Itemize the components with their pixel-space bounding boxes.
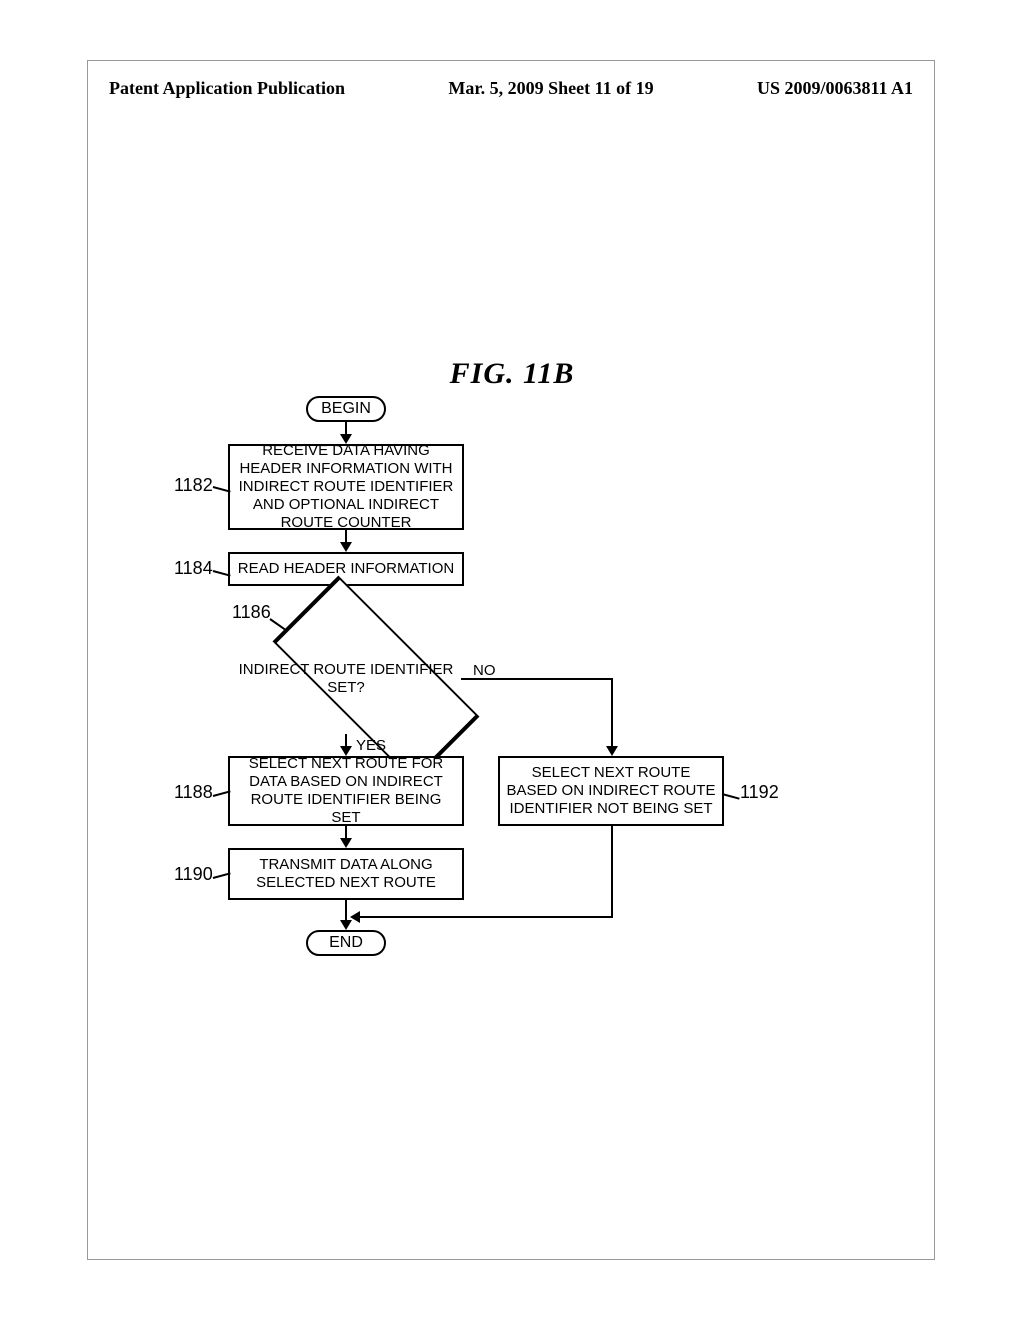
header-left: Patent Application Publication [87, 78, 345, 99]
ref-1188: 1188 [174, 782, 213, 803]
arrowhead-down-icon [340, 542, 352, 552]
page-header: Patent Application Publication Mar. 5, 2… [87, 78, 935, 99]
process-1182: RECEIVE DATA HAVING HEADER INFORMATION W… [228, 444, 464, 530]
arrowhead-left-icon [350, 911, 360, 923]
ref-1184: 1184 [174, 558, 213, 579]
decision-1186-text: INDIRECT ROUTE IDENTIFIER SET? [231, 624, 461, 734]
process-1188: SELECT NEXT ROUTE FOR DATA BASED ON INDI… [228, 756, 464, 826]
page-border [87, 60, 935, 1260]
process-1190: TRANSMIT DATA ALONG SELECTED NEXT ROUTE [228, 848, 464, 900]
page: Patent Application Publication Mar. 5, 2… [0, 0, 1024, 1320]
ref-1182: 1182 [174, 475, 213, 496]
arrowhead-down-icon [340, 838, 352, 848]
header-center: Mar. 5, 2009 Sheet 11 of 19 [448, 78, 653, 99]
connector [358, 916, 613, 918]
connector [345, 900, 347, 922]
connector [611, 826, 613, 918]
process-1184: READ HEADER INFORMATION [228, 552, 464, 586]
branch-no-label: NO [473, 662, 496, 679]
branch-yes-label: YES [356, 737, 386, 754]
process-1192: SELECT NEXT ROUTE BASED ON INDIRECT ROUT… [498, 756, 724, 826]
figure-title: FIG. 11B [0, 357, 1024, 391]
header-right: US 2009/0063811 A1 [757, 78, 935, 99]
terminator-begin: BEGIN [306, 396, 386, 422]
decision-1186: INDIRECT ROUTE IDENTIFIER SET? [231, 624, 461, 734]
ref-1192: 1192 [740, 782, 779, 803]
ref-1186: 1186 [232, 602, 271, 623]
connector [461, 678, 613, 680]
connector [611, 678, 613, 748]
terminator-end: END [306, 930, 386, 956]
arrowhead-down-icon [606, 746, 618, 756]
ref-1190: 1190 [174, 864, 213, 885]
